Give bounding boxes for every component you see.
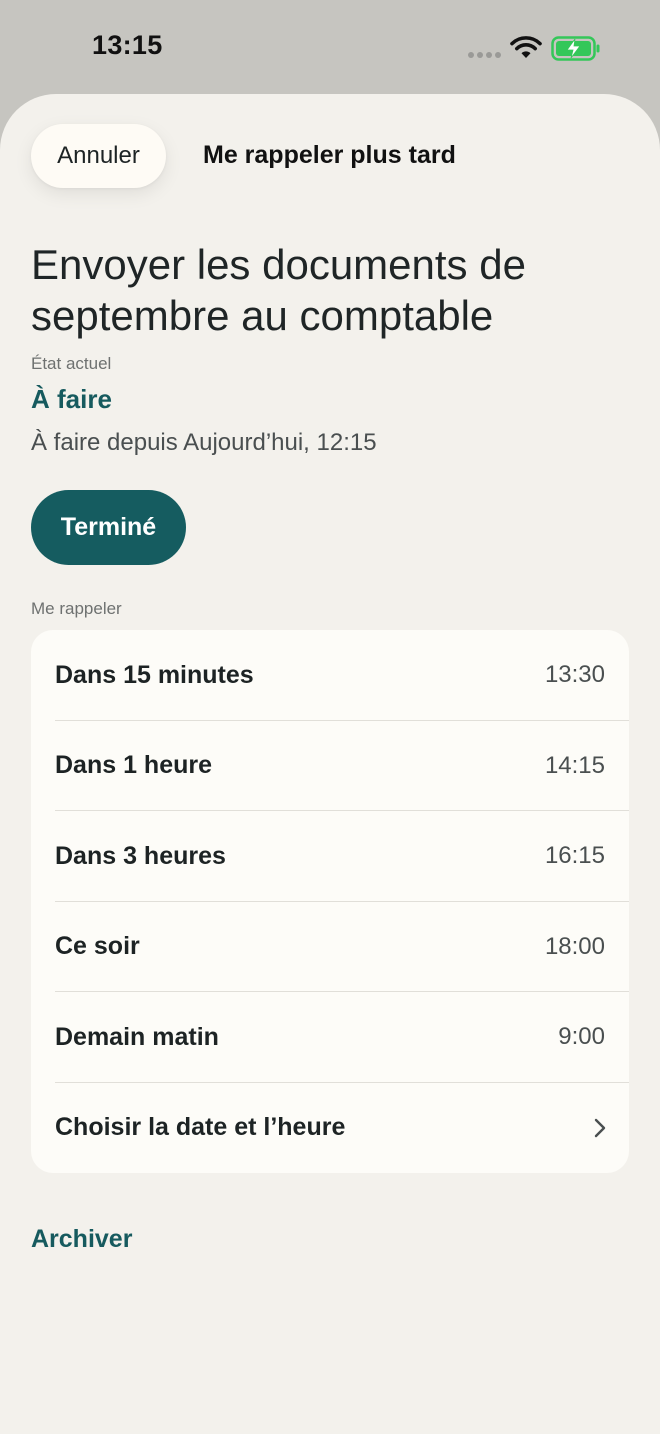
remind-option-choose-date-time[interactable]: Choisir la date et l’heure bbox=[31, 1083, 629, 1174]
remind-option-label: Dans 3 heures bbox=[55, 841, 226, 870]
remind-option-time: 13:30 bbox=[544, 661, 605, 689]
remind-option-label: Demain matin bbox=[55, 1022, 219, 1051]
cellular-signal-icon bbox=[468, 52, 501, 58]
state-label: État actuel bbox=[31, 354, 112, 373]
remind-option-label: Dans 15 minutes bbox=[55, 660, 254, 689]
remind-option-3-hours[interactable]: Dans 3 heures 16:15 bbox=[31, 811, 629, 902]
remind-option-time: 18:00 bbox=[544, 932, 605, 960]
state-since-text: À faire depuis Aujourd’hui, 12:15 bbox=[31, 429, 377, 456]
cancel-button[interactable]: Annuler bbox=[31, 124, 166, 188]
task-title: Envoyer les documents de septembre au co… bbox=[31, 241, 526, 339]
remind-option-tomorrow-morning[interactable]: Demain matin 9:00 bbox=[31, 992, 629, 1083]
state-value: À faire bbox=[31, 384, 112, 414]
remind-options-list: Dans 15 minutes 13:30 Dans 1 heure 14:15… bbox=[31, 630, 629, 1173]
remind-option-label: Dans 1 heure bbox=[55, 751, 213, 780]
remind-option-label: Ce soir bbox=[55, 932, 140, 961]
status-time: 13:15 bbox=[92, 30, 163, 60]
remind-option-time: 14:15 bbox=[544, 751, 605, 779]
remind-section-label: Me rappeler bbox=[31, 599, 122, 618]
reminder-sheet: Annuler Me rappeler plus tard Envoyer le… bbox=[0, 94, 660, 1434]
remind-option-tonight[interactable]: Ce soir 18:00 bbox=[31, 902, 629, 992]
remind-option-1-hour[interactable]: Dans 1 heure 14:15 bbox=[31, 721, 629, 811]
battery-charging-icon bbox=[551, 36, 600, 61]
wifi-icon bbox=[510, 36, 542, 58]
archive-button[interactable]: Archiver bbox=[31, 1225, 132, 1254]
remind-option-time: 16:15 bbox=[544, 842, 605, 870]
status-bar: 13:15 bbox=[0, 0, 660, 94]
remind-option-time: 9:00 bbox=[558, 1023, 605, 1051]
done-button[interactable]: Terminé bbox=[31, 490, 186, 565]
remind-option-15-minutes[interactable]: Dans 15 minutes 13:30 bbox=[31, 630, 629, 721]
chevron-right-icon bbox=[594, 1118, 606, 1137]
remind-option-label: Choisir la date et l’heure bbox=[55, 1113, 346, 1142]
sheet-title: Me rappeler plus tard bbox=[203, 141, 456, 169]
